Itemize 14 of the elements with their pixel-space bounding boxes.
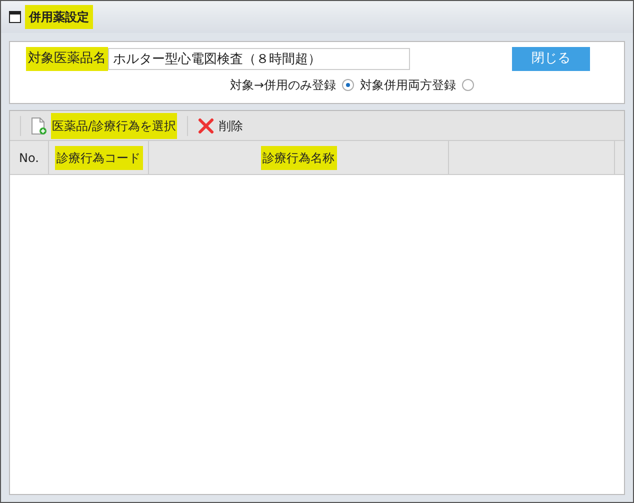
new-document-icon <box>31 116 47 134</box>
delete-icon <box>198 118 214 134</box>
field-label: 対象医薬品名 <box>26 47 108 71</box>
column-label: No. <box>18 150 40 166</box>
radio-button[interactable] <box>342 79 354 91</box>
window-title: 併用薬設定 <box>25 5 93 29</box>
radio-label: 対象併用両方登録 <box>360 77 456 94</box>
column-label: 診療行為コード <box>54 146 142 170</box>
drug-name-field[interactable]: ホルター型心電図検査（８時間超） <box>108 48 410 70</box>
radio-label: 対象→併用のみ登録 <box>230 77 336 94</box>
window-icon <box>9 11 21 23</box>
column-label: 診療行為名称 <box>260 146 336 170</box>
radio-button[interactable] <box>462 79 474 91</box>
delete-button[interactable]: 削除 <box>198 112 244 138</box>
